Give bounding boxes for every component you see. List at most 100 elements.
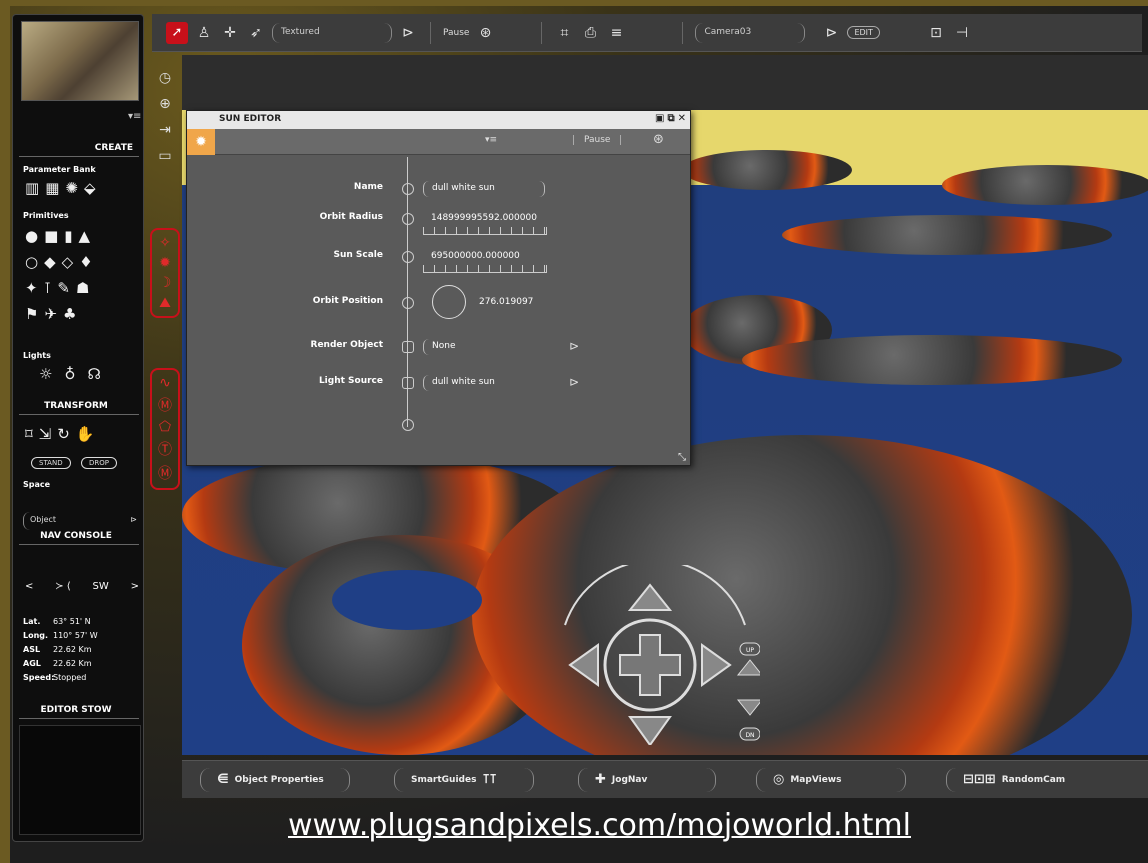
edit-camera-button[interactable]: EDIT xyxy=(847,26,880,39)
grid-icon[interactable]: ▦ xyxy=(45,179,59,197)
orbit-radius-value[interactable]: 148999995592.000000 xyxy=(423,211,545,227)
plane-icon[interactable]: ◇ xyxy=(62,253,74,271)
split-icon[interactable]: ⊣ xyxy=(952,25,972,41)
minimize-icon[interactable]: ▣ xyxy=(655,113,664,124)
m-circle-icon[interactable]: Ⓜ xyxy=(158,463,172,483)
crop-icon[interactable]: ⌗ xyxy=(554,25,574,41)
nav-right-arrow[interactable] xyxy=(701,643,732,687)
object-properties-button[interactable]: ⋹ Object Properties xyxy=(200,767,350,792)
space-select[interactable]: Object ⊳ xyxy=(23,512,143,530)
dropdown-arrow-icon[interactable]: ⊳ xyxy=(569,375,579,389)
shape-icon[interactable]: ⬠ xyxy=(159,419,171,435)
render-object-select[interactable]: None xyxy=(423,339,563,355)
cone-icon[interactable]: ▲ xyxy=(79,227,91,245)
camera-list-icon[interactable]: ≡ xyxy=(606,25,626,41)
editor-stow-heading: EDITOR STOW xyxy=(19,705,139,719)
cylinder-icon[interactable]: ▮ xyxy=(64,227,72,245)
jognav-button[interactable]: ✚ JogNav xyxy=(578,767,716,792)
navigation-pad[interactable]: UP DN xyxy=(560,565,760,745)
compass-right-button[interactable]: > xyxy=(131,581,139,592)
resize-handle-icon[interactable]: ⤡ xyxy=(678,452,686,463)
monitor-icon[interactable]: ⊡ xyxy=(926,25,946,41)
primitives-row-2: ○ ◆ ◇ ♦ xyxy=(25,253,93,271)
camera-icon[interactable]: ⎙ xyxy=(580,25,600,41)
drop-button[interactable]: DROP xyxy=(81,457,117,469)
orbit-position-value[interactable]: 276.019097 xyxy=(471,295,541,311)
spotlight-icon[interactable]: ☊ xyxy=(87,365,100,383)
nav-left-arrow[interactable] xyxy=(568,643,599,687)
orbit-position-dial[interactable] xyxy=(432,285,466,319)
nav-back-arrow[interactable] xyxy=(628,716,672,745)
map-views-button[interactable]: ◎ MapViews xyxy=(756,767,906,792)
sun-icon[interactable]: ✹ xyxy=(159,255,171,271)
compass-left-button[interactable]: < xyxy=(25,581,33,592)
globe-icon[interactable]: ⊕ xyxy=(150,96,180,122)
m-circle-icon[interactable]: Ⓜ xyxy=(158,395,172,415)
moon-icon[interactable]: ☽ xyxy=(159,275,172,291)
move-object-icon[interactable]: ⌑ xyxy=(25,425,33,443)
sun-scale-value[interactable]: 695000000.000000 xyxy=(423,249,528,265)
clock-icon[interactable]: ◷ xyxy=(150,70,180,96)
rotate-icon[interactable]: ↻ xyxy=(57,425,70,443)
pause-button[interactable]: Pause xyxy=(573,135,622,145)
stand-button[interactable]: STAND xyxy=(31,457,71,469)
move-icon[interactable]: ✛ xyxy=(220,25,240,41)
dropdown-arrow-icon[interactable]: ⊳ xyxy=(398,25,418,41)
torus-icon[interactable]: ○ xyxy=(25,253,38,271)
random-cam-button[interactable]: ⊟⊡⊞ RandomCam xyxy=(946,767,1106,792)
sun-icon[interactable]: ☼ xyxy=(39,365,52,383)
close-icon[interactable]: ✕ xyxy=(678,113,686,124)
mountain-icon[interactable]: ⛰ xyxy=(159,295,171,311)
camera-dropdown-icon[interactable]: ⊳ xyxy=(821,25,841,41)
scale-icon[interactable]: ⇲ xyxy=(39,425,52,443)
cube-icon[interactable]: ■ xyxy=(44,227,58,245)
render-mode-field[interactable]: Textured xyxy=(272,22,392,43)
pointer-icon[interactable]: ➶ xyxy=(246,25,266,41)
hand-icon[interactable]: ✋ xyxy=(76,425,95,443)
stars-icon[interactable]: ✧ xyxy=(159,235,171,251)
sphere-icon[interactable]: ● xyxy=(25,227,38,245)
cube-icon[interactable]: ⬙ xyxy=(84,179,96,197)
bird-icon[interactable]: ✈ xyxy=(44,305,57,323)
website-url[interactable]: www.plugsandpixels.com/mojoworld.html xyxy=(288,808,911,843)
orbit-radius-slider[interactable] xyxy=(423,227,547,235)
world-thumbnail[interactable] xyxy=(21,21,139,101)
walk-icon[interactable]: ♙ xyxy=(194,25,214,41)
maximize-icon[interactable]: ⧉ xyxy=(667,113,674,124)
lamp-icon[interactable]: ♁ xyxy=(64,365,75,383)
smart-guides-button[interactable]: SmartGuides ⊺⊺ xyxy=(394,767,534,792)
feather-icon[interactable]: ✎ xyxy=(57,279,70,297)
pause-label[interactable]: Pause xyxy=(443,28,469,38)
t-circle-icon[interactable]: Ⓣ xyxy=(158,439,172,459)
render-sphere-icon[interactable]: ⊛ xyxy=(653,132,664,147)
layers-icon[interactable]: ▭ xyxy=(150,148,180,174)
checkbox-icon[interactable] xyxy=(402,377,414,389)
camera-select[interactable]: Camera03 xyxy=(695,22,806,43)
star-icon[interactable]: ✦ xyxy=(25,279,38,297)
select-arrow-icon[interactable]: ➚ xyxy=(166,21,188,44)
checkbox-icon[interactable] xyxy=(402,341,414,353)
nav-descend-arrow[interactable] xyxy=(736,699,760,716)
pyramid-icon[interactable]: ◆ xyxy=(44,253,56,271)
post-icon[interactable]: ⊺ xyxy=(44,279,52,297)
thumbnail-menu-icon[interactable]: ▾≡ xyxy=(128,111,141,122)
wood-grid-icon[interactable]: ▥ xyxy=(25,179,39,197)
list-icon[interactable]: ▾≡ xyxy=(485,135,497,145)
light-source-select[interactable]: dull white sun xyxy=(423,375,563,391)
editor-stow-area[interactable] xyxy=(19,725,141,835)
rock-icon[interactable]: ☗ xyxy=(76,279,89,297)
nav-forward-arrow[interactable] xyxy=(627,583,673,611)
export-icon[interactable]: ⇥ xyxy=(150,122,180,148)
flag-icon[interactable]: ⚑ xyxy=(25,305,38,323)
wave-icon[interactable]: ∿ xyxy=(159,375,171,391)
nav-ascend-arrow[interactable] xyxy=(736,659,760,676)
space-dropdown-icon[interactable]: ⊳ xyxy=(130,515,137,527)
nav-compass[interactable]: < ≻ ⟨ SW > xyxy=(21,568,143,604)
tree-icon[interactable]: ♣ xyxy=(63,305,76,323)
dropdown-arrow-icon[interactable]: ⊳ xyxy=(569,339,579,353)
name-input[interactable]: dull white sun xyxy=(423,181,545,197)
sun-scale-slider[interactable] xyxy=(423,265,547,273)
splash-icon[interactable]: ✺ xyxy=(65,179,78,197)
render-sphere-icon[interactable]: ⊛ xyxy=(475,25,495,41)
leaf-icon[interactable]: ♦ xyxy=(79,253,92,271)
